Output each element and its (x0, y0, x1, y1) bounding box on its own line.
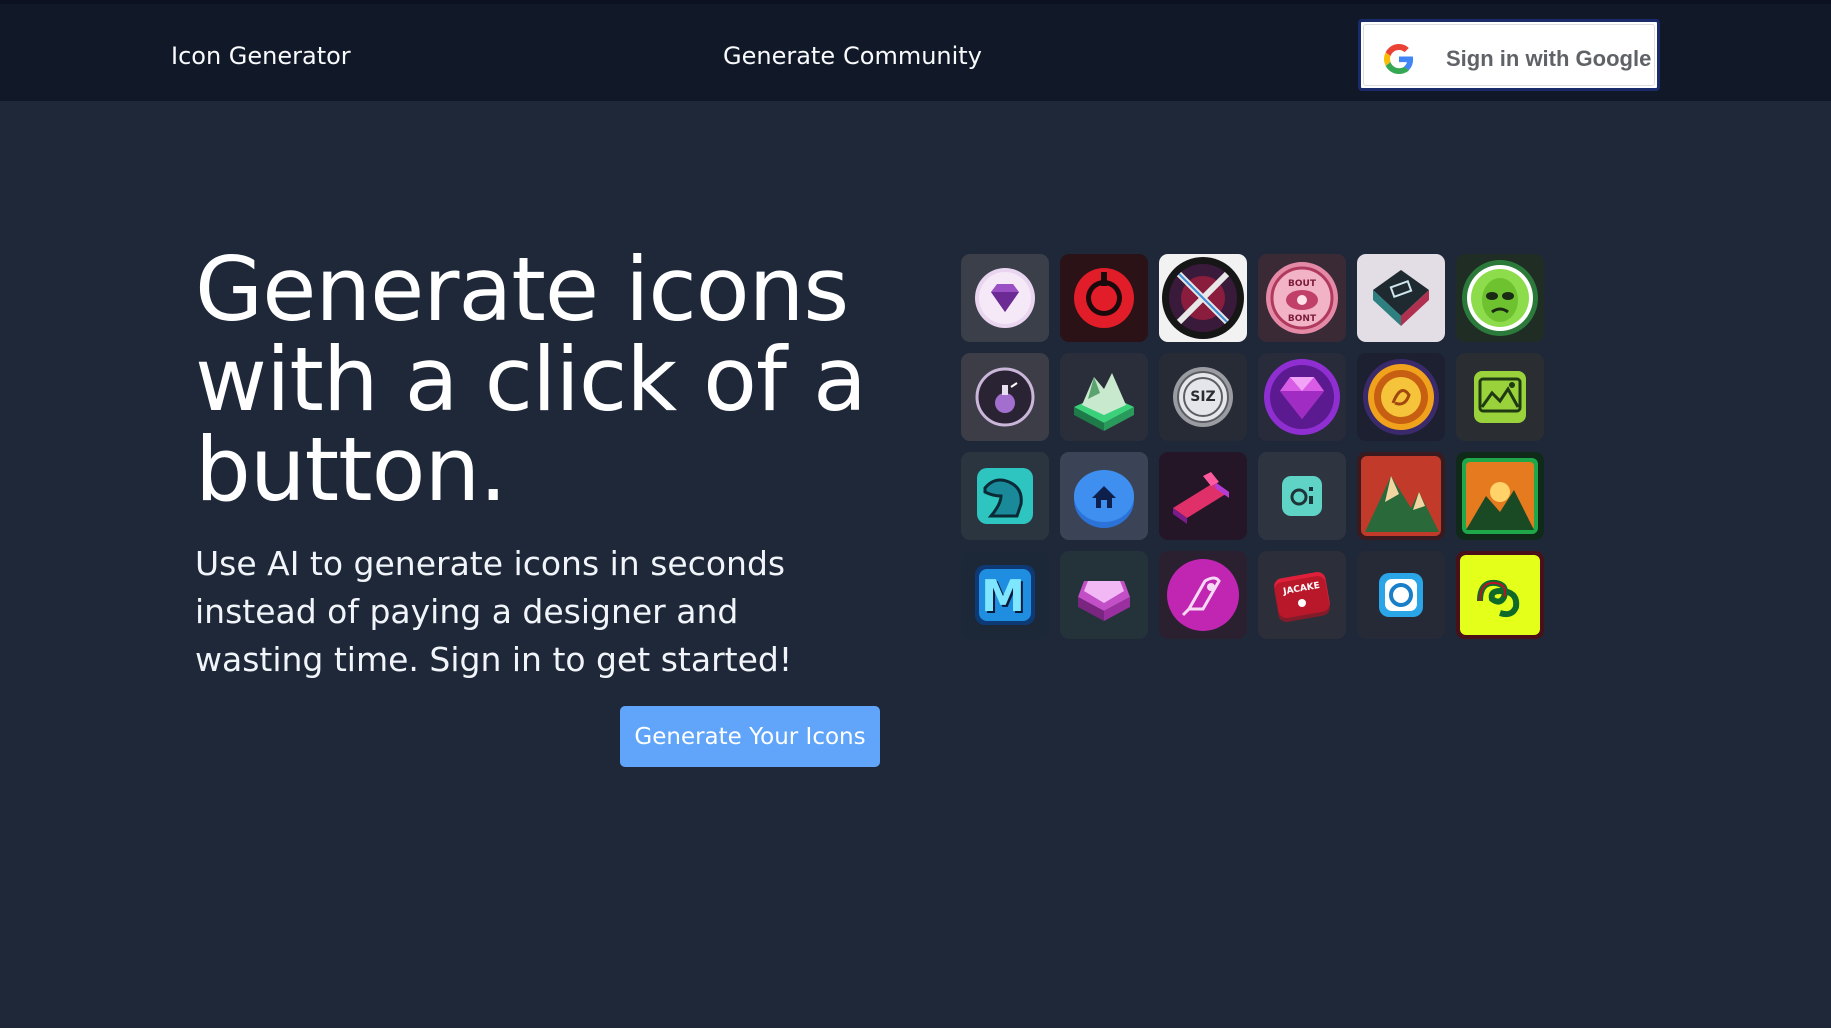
google-button-inner: Sign in with Google (1363, 24, 1655, 86)
green-mountain-block-icon[interactable] (1060, 353, 1148, 441)
purple-diamond-icon[interactable] (1258, 353, 1346, 441)
google-g-icon (1384, 44, 1414, 74)
magenta-rocket-icon[interactable] (1159, 551, 1247, 639)
blue-camera-icon[interactable] (1357, 551, 1445, 639)
svg-text:SIZ: SIZ (1190, 389, 1215, 405)
green-landscape-icon[interactable] (1456, 353, 1544, 441)
sign-in-with-google-button[interactable]: Sign in with Google (1358, 19, 1660, 91)
nav-community-link[interactable]: Community (843, 42, 982, 70)
blue-home-icon[interactable] (1060, 452, 1148, 540)
crossed-swords-icon[interactable] (1159, 254, 1247, 342)
red-power-ring-icon[interactable] (1060, 254, 1148, 342)
yellow-swirl-icon[interactable] (1456, 551, 1544, 639)
pink-badge-icon[interactable]: BOUT BONT (1258, 254, 1346, 342)
green-alien-icon[interactable] (1456, 254, 1544, 342)
pink-hexagon-icon[interactable] (1060, 551, 1148, 639)
red-ticket-icon[interactable]: JACAKE (1258, 551, 1346, 639)
svg-text:M: M (981, 571, 1025, 622)
google-button-label: Sign in with Google (1446, 46, 1652, 71)
potion-orb-icon[interactable] (961, 353, 1049, 441)
site-header: Icon Generator Generate Community Sign i… (0, 4, 1831, 101)
page: Icon Generator Generate Community Sign i… (0, 0, 1831, 1029)
brand-logo-text[interactable]: Icon Generator (171, 42, 351, 70)
icon-gallery-grid: BOUT BONT SIZ M M JACAKE (961, 254, 1545, 641)
svg-text:BONT: BONT (1288, 314, 1317, 324)
sunset-mountain-icon[interactable] (1456, 452, 1544, 540)
purple-gem-icon[interactable] (961, 254, 1049, 342)
gold-coin-icon[interactable] (1357, 353, 1445, 441)
dark-cube-icon[interactable] (1357, 254, 1445, 342)
nav-generate-link[interactable]: Generate (723, 42, 835, 70)
generate-your-icons-button[interactable]: Generate Your Icons (620, 706, 880, 767)
teal-camera-icon[interactable] (1258, 452, 1346, 540)
blue-letter-m-icon[interactable]: MM (961, 551, 1049, 639)
pink-pencil-icon[interactable] (1159, 452, 1247, 540)
svg-text:BOUT: BOUT (1288, 279, 1317, 289)
hero-subtitle: Use AI to generate icons in seconds inst… (195, 544, 793, 679)
hero-title: Generate icons with a click of a button. (195, 238, 867, 521)
silver-coin-icon[interactable]: SIZ (1159, 353, 1247, 441)
teal-arm-icon[interactable] (961, 452, 1049, 540)
red-mountain-icon[interactable] (1357, 452, 1445, 540)
